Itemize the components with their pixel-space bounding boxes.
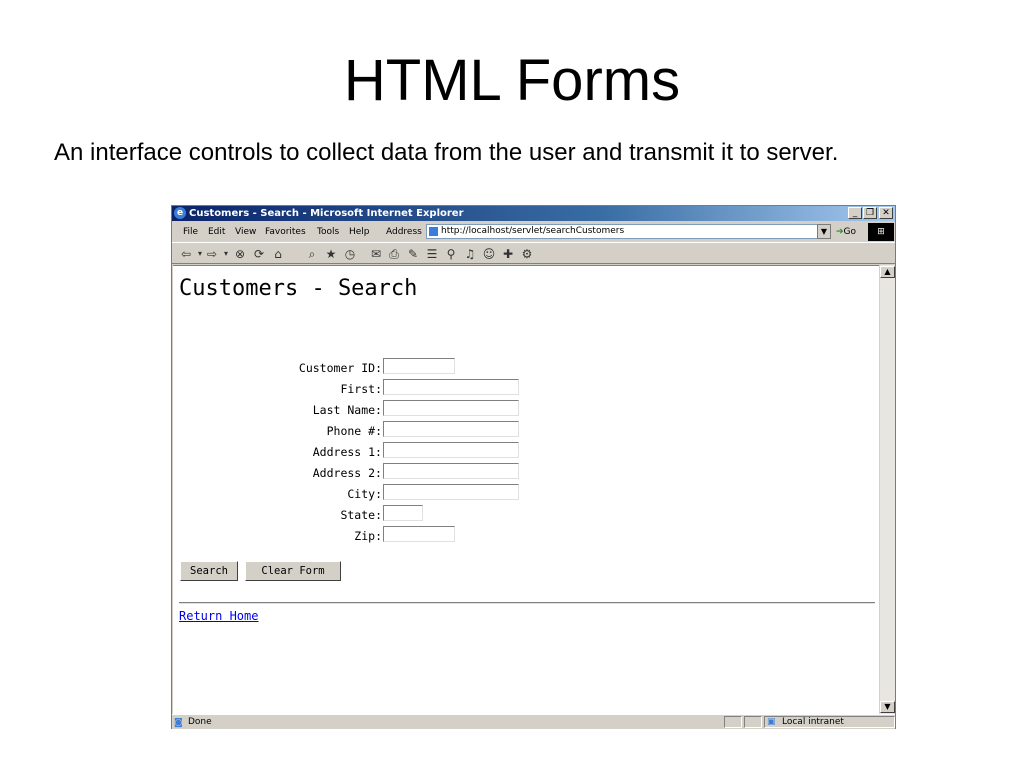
city-input[interactable] bbox=[383, 484, 519, 500]
scroll-up-icon[interactable]: ▲ bbox=[880, 266, 895, 278]
maximize-button[interactable]: ❐ bbox=[863, 207, 877, 219]
first-label: First: bbox=[340, 382, 382, 396]
menu-tools[interactable]: Tools bbox=[317, 222, 339, 242]
field-row-customer-id: Customer ID: bbox=[173, 358, 382, 378]
page-content: Customers - Search Customer ID: First: L… bbox=[173, 265, 879, 714]
vertical-scrollbar[interactable]: ▲ ▼ bbox=[880, 265, 895, 714]
address-2-label: Address 2: bbox=[312, 466, 382, 480]
toolbar: ⇦ ▾ ⇨ ▾ ⊗ ⟳ ⌂ ⌕ ★ ◷ ✉ ⎙ ✎ ☰ ⚲ ♫ ☺ ✚ ⚙ bbox=[172, 242, 895, 264]
field-row-phone: Phone #: bbox=[173, 421, 382, 441]
slide-title: HTML Forms bbox=[343, 48, 681, 113]
refresh-icon[interactable]: ⟳ bbox=[251, 244, 267, 262]
state-label: State: bbox=[340, 508, 382, 522]
zip-input[interactable] bbox=[383, 526, 455, 542]
intranet-icon: ▣ bbox=[767, 717, 776, 727]
address-label: Address bbox=[386, 227, 422, 237]
address-url: http://localhost/servlet/searchCustomers bbox=[441, 226, 625, 236]
field-row-zip: Zip: bbox=[173, 526, 382, 546]
field-row-city: City: bbox=[173, 484, 382, 504]
customer-id-input[interactable] bbox=[383, 358, 455, 374]
search-icon[interactable]: ⌕ bbox=[304, 244, 320, 262]
address-2-input[interactable] bbox=[383, 463, 519, 479]
windows-logo-icon: ⊞ bbox=[868, 223, 894, 241]
page-done-icon: ◙ bbox=[174, 718, 183, 728]
menu-edit[interactable]: Edit bbox=[208, 222, 225, 242]
research-icon[interactable]: ⚲ bbox=[443, 244, 459, 262]
slide-body-text: An interface controls to collect data fr… bbox=[54, 139, 839, 166]
stop-icon[interactable]: ⊗ bbox=[232, 244, 248, 262]
status-panel-2 bbox=[744, 716, 762, 728]
home-icon[interactable]: ⌂ bbox=[270, 244, 286, 262]
page-icon bbox=[429, 227, 438, 236]
browser-window: e Customers - Search - Microsoft Interne… bbox=[171, 205, 896, 729]
menu-help[interactable]: Help bbox=[349, 222, 370, 242]
address-bar[interactable]: http://localhost/servlet/searchCustomers bbox=[426, 224, 831, 239]
horizontal-rule bbox=[179, 602, 875, 604]
first-name-input[interactable] bbox=[383, 379, 519, 395]
go-label: Go bbox=[843, 227, 857, 237]
scroll-down-icon[interactable]: ▼ bbox=[880, 701, 895, 713]
phone-input[interactable] bbox=[383, 421, 519, 437]
go-button[interactable]: ➔Go bbox=[836, 222, 856, 242]
ie-logo-icon: e bbox=[174, 207, 186, 219]
clear-form-button[interactable]: Clear Form bbox=[245, 561, 341, 581]
page-heading: Customers - Search bbox=[179, 276, 418, 301]
field-row-state: State: bbox=[173, 505, 382, 525]
field-row-address-1: Address 1: bbox=[173, 442, 382, 462]
print-icon[interactable]: ⎙ bbox=[386, 244, 402, 262]
status-bar: ◙ Done ▣ Local intranet bbox=[172, 714, 895, 729]
tools-icon[interactable]: ⚙ bbox=[519, 244, 535, 262]
state-input[interactable] bbox=[383, 505, 423, 521]
address-dropdown-icon[interactable]: ▼ bbox=[817, 224, 831, 239]
last-name-input[interactable] bbox=[383, 400, 519, 416]
minimize-button[interactable]: _ bbox=[848, 207, 862, 219]
media-icon[interactable]: ♫ bbox=[462, 244, 478, 262]
search-button[interactable]: Search bbox=[180, 561, 238, 581]
discuss-icon[interactable]: ☰ bbox=[424, 244, 440, 262]
title-bar[interactable]: e Customers - Search - Microsoft Interne… bbox=[172, 206, 895, 221]
mail-icon[interactable]: ✉ bbox=[368, 244, 384, 262]
field-row-first: First: bbox=[173, 379, 382, 399]
menu-view[interactable]: View bbox=[235, 222, 256, 242]
zone-text: Local intranet bbox=[782, 717, 844, 727]
messenger-icon[interactable]: ☺ bbox=[481, 244, 497, 262]
address-1-input[interactable] bbox=[383, 442, 519, 458]
phone-label: Phone #: bbox=[326, 424, 382, 438]
close-button[interactable]: ✕ bbox=[879, 207, 893, 219]
field-row-last-name: Last Name: bbox=[173, 400, 382, 420]
city-label: City: bbox=[347, 487, 382, 501]
status-panel-1 bbox=[724, 716, 742, 728]
extra-icon[interactable]: ✚ bbox=[500, 244, 516, 262]
go-arrow-icon: ➔ bbox=[836, 227, 844, 237]
favorites-icon[interactable]: ★ bbox=[323, 244, 339, 262]
return-home-link[interactable]: Return Home bbox=[179, 609, 258, 623]
status-text: Done bbox=[188, 717, 212, 727]
menu-favorites[interactable]: Favorites bbox=[265, 222, 306, 242]
address-1-label: Address 1: bbox=[312, 445, 382, 459]
field-row-address-2: Address 2: bbox=[173, 463, 382, 483]
last-name-label: Last Name: bbox=[312, 403, 382, 417]
zip-label: Zip: bbox=[354, 529, 382, 543]
window-title: Customers - Search - Microsoft Internet … bbox=[189, 208, 464, 219]
customer-id-label: Customer ID: bbox=[298, 361, 382, 375]
menu-bar: File Edit View Favorites Tools Help Addr… bbox=[172, 222, 895, 242]
history-icon[interactable]: ◷ bbox=[342, 244, 358, 262]
edit-icon[interactable]: ✎ bbox=[405, 244, 421, 262]
menu-file[interactable]: File bbox=[183, 222, 198, 242]
